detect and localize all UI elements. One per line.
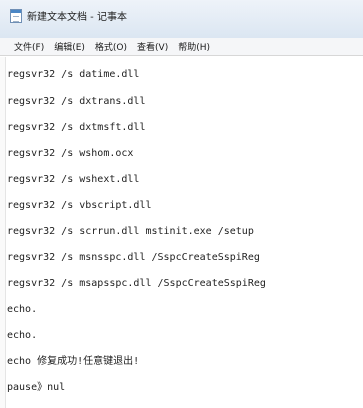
text-line: regsvr32 /s msapsspc.dll /SspcCreateSspi… bbox=[7, 278, 266, 289]
menu-file[interactable]: 文件(F) bbox=[14, 40, 44, 53]
menu-view[interactable]: 查看(V) bbox=[137, 40, 168, 53]
text-editor[interactable]: regsvr32 /s datime.dll regsvr32 /s dxtra… bbox=[0, 57, 363, 408]
editor-left-margin bbox=[0, 57, 6, 408]
text-line: regsvr32 /s vbscript.dll bbox=[7, 200, 152, 211]
text-line: echo 修复成功!任意键退出! bbox=[7, 356, 140, 367]
text-line: echo. bbox=[7, 304, 38, 315]
text-line: regsvr32 /s dxtrans.dll bbox=[7, 96, 146, 107]
text-line: regsvr32 /s msnsspc.dll /SspcCreateSspiR… bbox=[7, 252, 260, 263]
text-line: regsvr32 /s wshext.dll bbox=[7, 174, 140, 185]
notepad-window: 新建文本文档 - 记事本 文件(F) 编辑(E) 格式(O) 查看(V) 帮助(… bbox=[0, 0, 363, 408]
notepad-icon bbox=[10, 9, 22, 23]
text-line: pause》nul bbox=[7, 382, 66, 393]
menu-edit[interactable]: 编辑(E) bbox=[54, 40, 85, 53]
editor-content[interactable]: regsvr32 /s datime.dll regsvr32 /s dxtra… bbox=[7, 57, 363, 408]
title-bar[interactable]: 新建文本文档 - 记事本 bbox=[0, 0, 363, 39]
window-title: 新建文本文档 - 记事本 bbox=[27, 12, 127, 23]
text-line: regsvr32 /s dxtmsft.dll bbox=[7, 122, 146, 133]
text-line: regsvr32 /s datime.dll bbox=[7, 69, 140, 80]
menu-help[interactable]: 帮助(H) bbox=[178, 40, 210, 53]
text-line: regsvr32 /s wshom.ocx bbox=[7, 148, 134, 159]
menu-format[interactable]: 格式(O) bbox=[95, 40, 127, 53]
text-line: echo. bbox=[7, 330, 38, 341]
text-line: regsvr32 /s scrrun.dll mstinit.exe /setu… bbox=[7, 226, 254, 237]
menu-bar: 文件(F) 编辑(E) 格式(O) 查看(V) 帮助(H) bbox=[0, 38, 363, 56]
